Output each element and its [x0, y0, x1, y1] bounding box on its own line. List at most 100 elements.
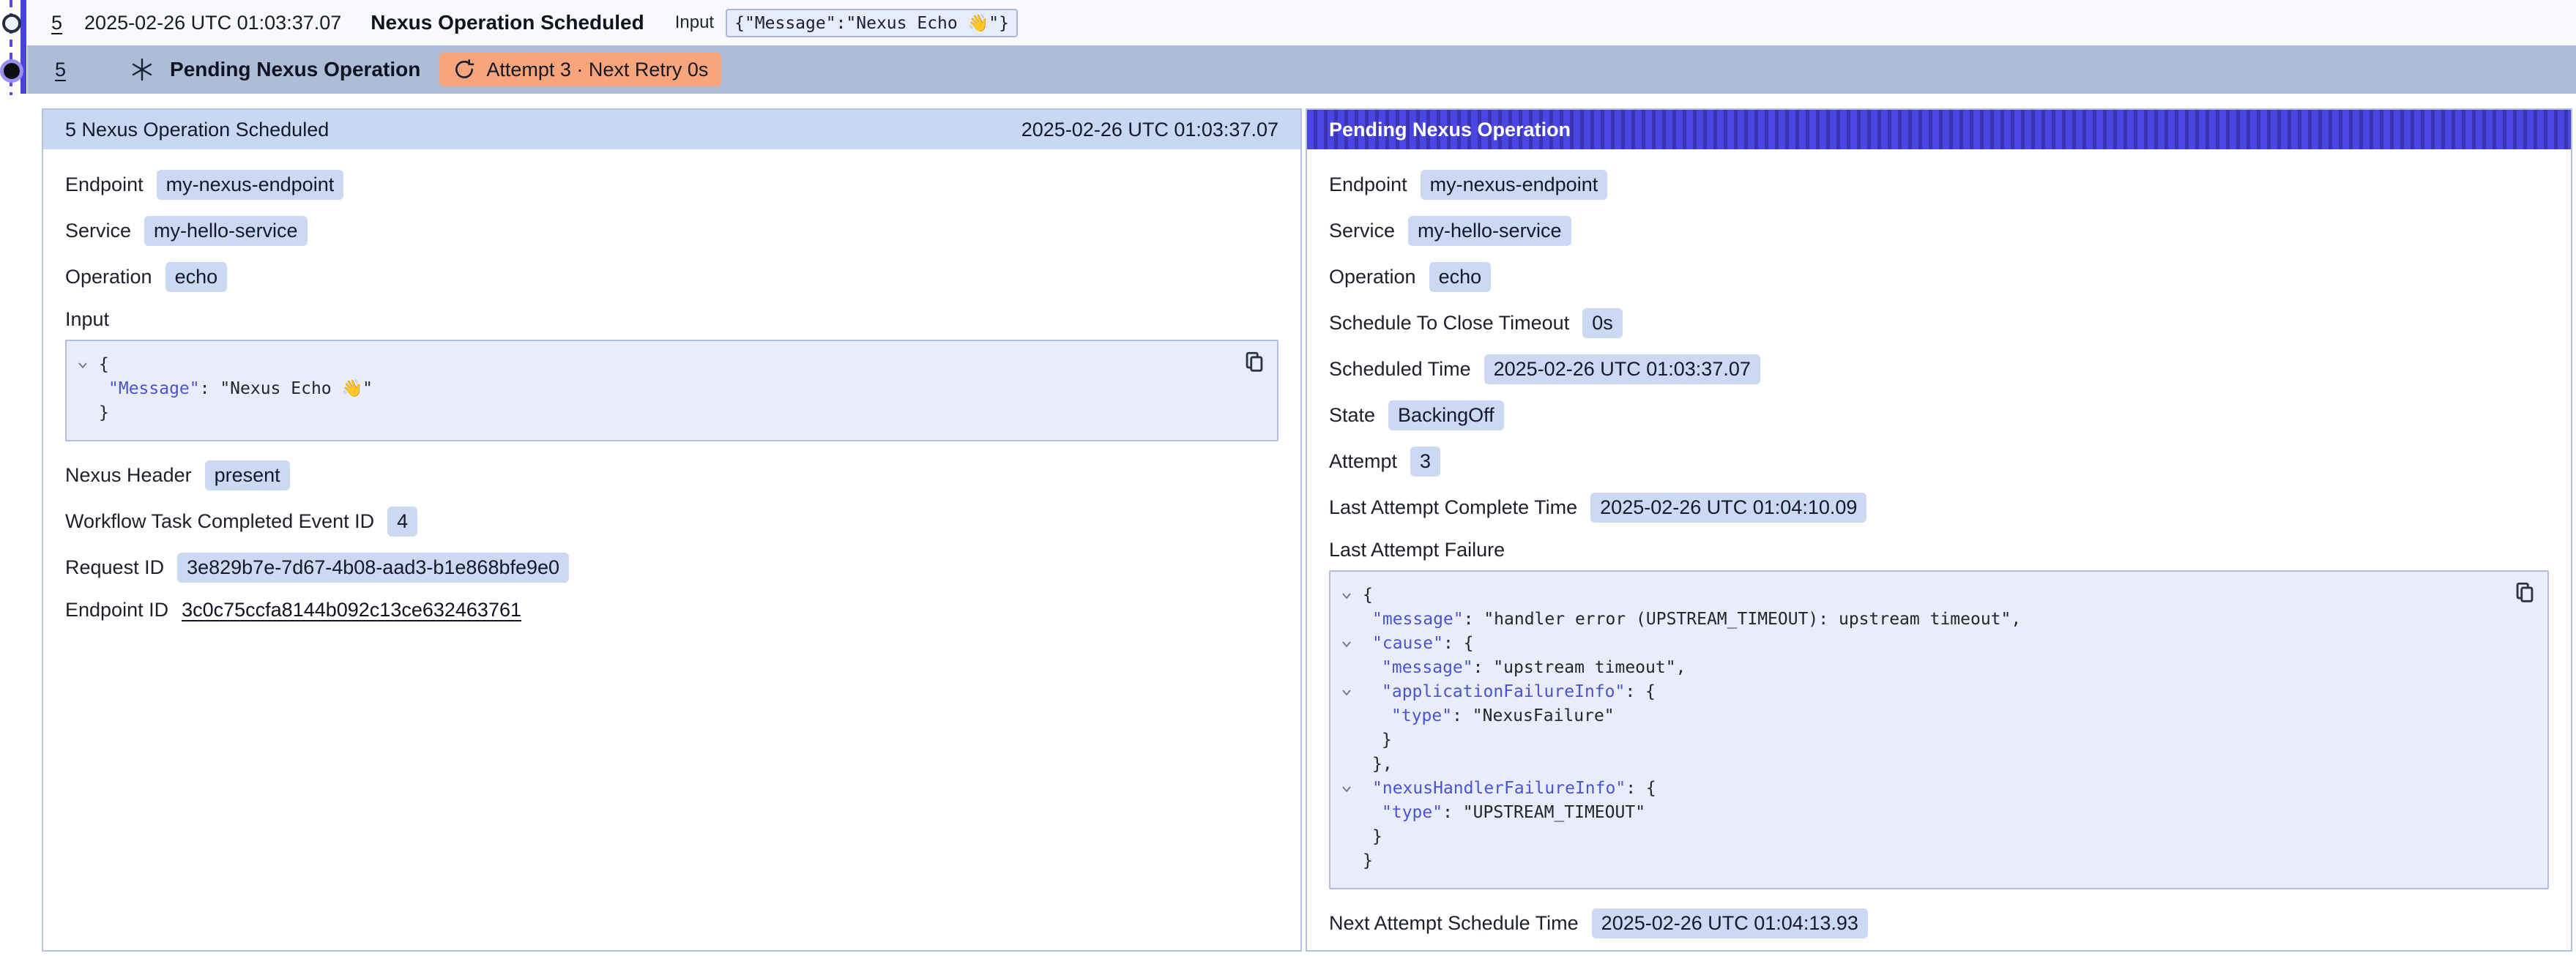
code-line-text: {: [99, 353, 109, 377]
detail-label: Schedule To Close Timeout: [1329, 312, 1569, 335]
copy-icon: [2512, 580, 2537, 605]
code-line: "Message": "Nexus Echo 👋": [77, 377, 1226, 401]
detail-row: Endpoint my-nexus-endpoint: [65, 170, 1278, 200]
code-line-text: {: [1363, 583, 1373, 608]
event-timestamp: 2025-02-26 UTC 01:03:37.07: [84, 12, 341, 34]
detail-row: Service my-hello-service: [65, 216, 1278, 246]
event-id-link[interactable]: 5: [51, 12, 62, 34]
code-line-text: "applicationFailureInfo": {: [1363, 680, 1656, 704]
detail-value: 0s: [1582, 308, 1623, 338]
collapse-chevron-icon[interactable]: [77, 353, 99, 371]
pending-operation-panel-header: Pending Nexus Operation: [1307, 110, 2571, 149]
chevron-spacer: [1341, 656, 1363, 662]
code-line: "type": "NexusFailure": [1341, 704, 2496, 728]
code-line: "cause": {: [1341, 632, 2496, 656]
chevron-spacer: [77, 377, 99, 384]
detail-label: Last Attempt Complete Time: [1329, 496, 1577, 519]
copy-button[interactable]: [1242, 350, 1267, 377]
code-line: "message": "upstream timeout",: [1341, 656, 2496, 680]
detail-row: Scheduled Time 2025-02-26 UTC 01:03:37.0…: [1329, 354, 2549, 384]
detail-label: Endpoint ID: [65, 599, 168, 621]
detail-row: State BackingOff: [1329, 400, 2549, 430]
detail-row: Service my-hello-service: [1329, 216, 2549, 246]
detail-row: Last Attempt Complete Time 2025-02-26 UT…: [1329, 493, 2549, 523]
detail-label: Operation: [1329, 266, 1416, 288]
detail-row: Operation echo: [65, 262, 1278, 292]
chevron-spacer: [1341, 825, 1363, 832]
detail-value: 3: [1410, 447, 1440, 477]
code-line: }: [1341, 728, 2496, 753]
chevron-spacer: [1341, 704, 1363, 711]
code-line-text: "cause": {: [1363, 632, 1473, 656]
event-title: Nexus Operation Scheduled: [371, 11, 644, 34]
detail-label: Operation: [65, 266, 152, 288]
detail-label: Workflow Task Completed Event ID: [65, 510, 374, 533]
failure-section-label: Last Attempt Failure: [1329, 539, 2549, 561]
code-line: }: [77, 401, 1226, 425]
detail-row: Endpoint ID 3c0c75ccfa8144b092c13ce63246…: [65, 599, 1278, 621]
detail-row: Request ID 3e829b7e-7d67-4b08-aad3-b1e86…: [65, 553, 1278, 583]
detail-row: Attempt 3: [1329, 447, 2549, 477]
input-section-label: Input: [65, 308, 1278, 331]
detail-label: State: [1329, 404, 1375, 427]
history-row-event[interactable]: 5 2025-02-26 UTC 01:03:37.07 Nexus Opera…: [27, 0, 2576, 45]
detail-row: Nexus Header present: [65, 460, 1278, 490]
detail-value[interactable]: 3c0c75ccfa8144b092c13ce632463761: [182, 599, 521, 621]
detail-label: Scheduled Time: [1329, 358, 1471, 381]
event-input-value-badge: {"Message":"Nexus Echo 👋"}: [726, 9, 1018, 37]
detail-value: my-nexus-endpoint: [1421, 170, 1608, 200]
detail-value: 3e829b7e-7d67-4b08-aad3-b1e868bfe9e0: [177, 553, 569, 583]
chevron-spacer: [1341, 849, 1363, 856]
detail-label: Request ID: [65, 556, 164, 579]
detail-label: Service: [1329, 220, 1395, 242]
nexus-operation-star-icon: [129, 56, 155, 83]
detail-value: my-hello-service: [144, 216, 308, 246]
timeline-node-event-icon: [2, 14, 21, 33]
code-line-text: "type": "UPSTREAM_TIMEOUT": [1363, 801, 1645, 825]
event-detail-panel-timestamp: 2025-02-26 UTC 01:03:37.07: [1021, 119, 1278, 141]
code-line-text: },: [1363, 753, 1393, 777]
detail-value: echo: [1429, 262, 1492, 292]
detail-row: Endpoint my-nexus-endpoint: [1329, 170, 2549, 200]
code-line-text: }: [99, 401, 109, 425]
code-line-text: "nexusHandlerFailureInfo": {: [1363, 777, 1656, 801]
code-line: }: [1341, 849, 2496, 873]
copy-icon: [1242, 350, 1267, 375]
collapse-chevron-icon[interactable]: [1341, 680, 1363, 698]
detail-value: 2025-02-26 UTC 01:03:37.07: [1484, 354, 1760, 384]
pending-operation-panel: Pending Nexus Operation Endpoint my-nexu…: [1306, 108, 2572, 952]
copy-button[interactable]: [2512, 580, 2537, 608]
detail-row: Operation echo: [1329, 262, 2549, 292]
event-detail-panel: 5 Nexus Operation Scheduled 2025-02-26 U…: [42, 108, 1302, 952]
detail-value: my-hello-service: [1408, 216, 1571, 246]
retry-badge-label: Attempt 3 · Next Retry 0s: [486, 59, 708, 81]
chevron-spacer: [1341, 728, 1363, 735]
collapse-chevron-icon[interactable]: [1341, 583, 1363, 602]
retry-badge: Attempt 3 · Next Retry 0s: [439, 53, 721, 86]
collapse-chevron-icon[interactable]: [1341, 777, 1363, 795]
code-line: },: [1341, 753, 2496, 777]
detail-label: Next Attempt Schedule Time: [1329, 912, 1579, 935]
detail-label: Attempt: [1329, 450, 1397, 473]
retry-icon: [453, 58, 476, 81]
code-line: "nexusHandlerFailureInfo": {: [1341, 777, 2496, 801]
detail-value: BackingOff: [1388, 400, 1504, 430]
code-line-text: }: [1363, 728, 1392, 753]
code-line: {: [77, 353, 1226, 377]
detail-label: Nexus Header: [65, 464, 192, 487]
collapse-chevron-icon[interactable]: [1341, 632, 1363, 650]
chevron-spacer: [1341, 753, 1363, 759]
detail-label: Endpoint: [65, 173, 144, 196]
code-line: {: [1341, 583, 2496, 608]
detail-value: 4: [387, 507, 417, 537]
code-line-text: }: [1363, 825, 1382, 849]
code-line: "type": "UPSTREAM_TIMEOUT": [1341, 801, 2496, 825]
pending-id-link[interactable]: 5: [55, 59, 66, 81]
history-row-pending-operation[interactable]: 5 Pending Nexus Operation Attempt 3 · Ne…: [27, 45, 2576, 94]
code-line: "message": "handler error (UPSTREAM_TIME…: [1341, 608, 2496, 632]
detail-value: echo: [165, 262, 228, 292]
code-line-text: }: [1363, 849, 1373, 873]
timeline-node-pending-icon: [4, 63, 20, 79]
detail-row: Next Attempt Schedule Time 2025-02-26 UT…: [1329, 908, 2549, 938]
code-line: }: [1341, 825, 2496, 849]
